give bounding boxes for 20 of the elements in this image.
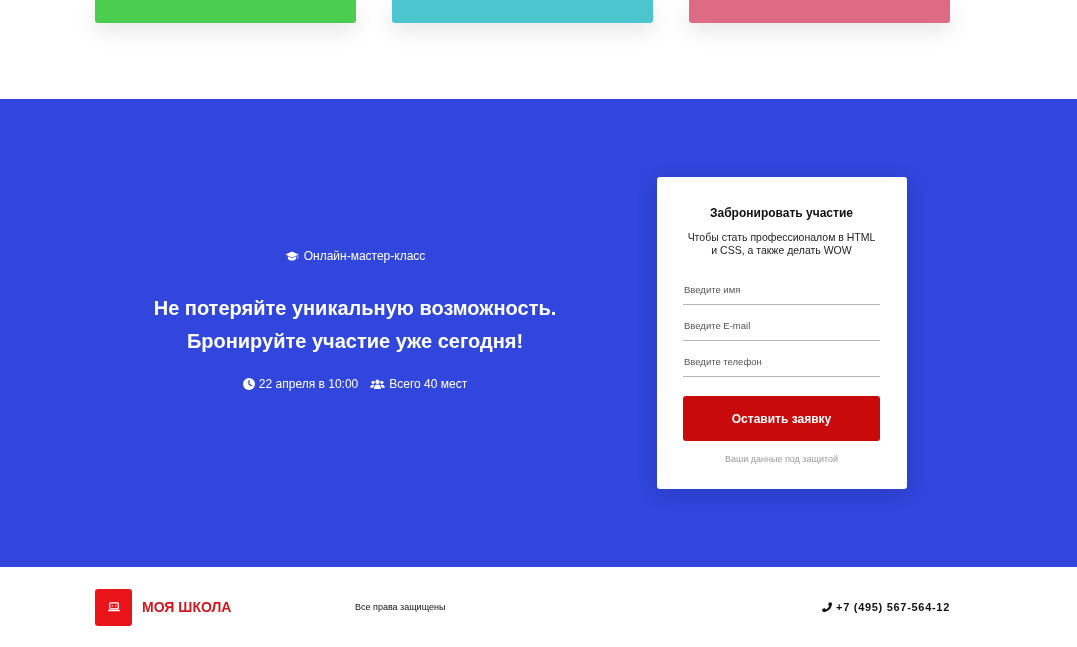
input-field[interactable]: Введите E-mail bbox=[683, 305, 880, 341]
headline: Не потеряйте уникальную возможность. bbox=[153, 296, 557, 321]
clock-icon bbox=[242, 378, 255, 390]
users-icon bbox=[370, 379, 386, 389]
meta-text: 22 апреля в 10:00 bbox=[258, 377, 359, 391]
brand-name: МОЯ ШКОЛА bbox=[142, 599, 232, 615]
copyright-text: Все права защищены bbox=[355, 602, 446, 612]
graduation-cap-icon bbox=[284, 251, 299, 261]
input-field[interactable]: Введите имя bbox=[683, 269, 880, 305]
meta-text: Всего 40 мест bbox=[389, 377, 468, 391]
input-field[interactable]: Введите телефон bbox=[683, 341, 880, 377]
phone-icon bbox=[822, 602, 833, 612]
form-subtitle: Чтобы стать профессионалом в HTML и CSS, а также делать WOW bbox=[686, 231, 877, 257]
laptop-icon bbox=[107, 602, 120, 612]
submit-button[interactable]: Оставить заявку bbox=[683, 396, 880, 441]
badge-text: Онлайн-мастер-класс bbox=[303, 249, 426, 263]
privacy-note: Ваши данные под защитой bbox=[724, 453, 839, 465]
phone-number: +7 (495) 567-564-12 bbox=[836, 601, 950, 613]
form-title: Забронировать участие bbox=[709, 205, 854, 221]
headline: Бронируйте участие уже сегодня! bbox=[186, 329, 524, 354]
